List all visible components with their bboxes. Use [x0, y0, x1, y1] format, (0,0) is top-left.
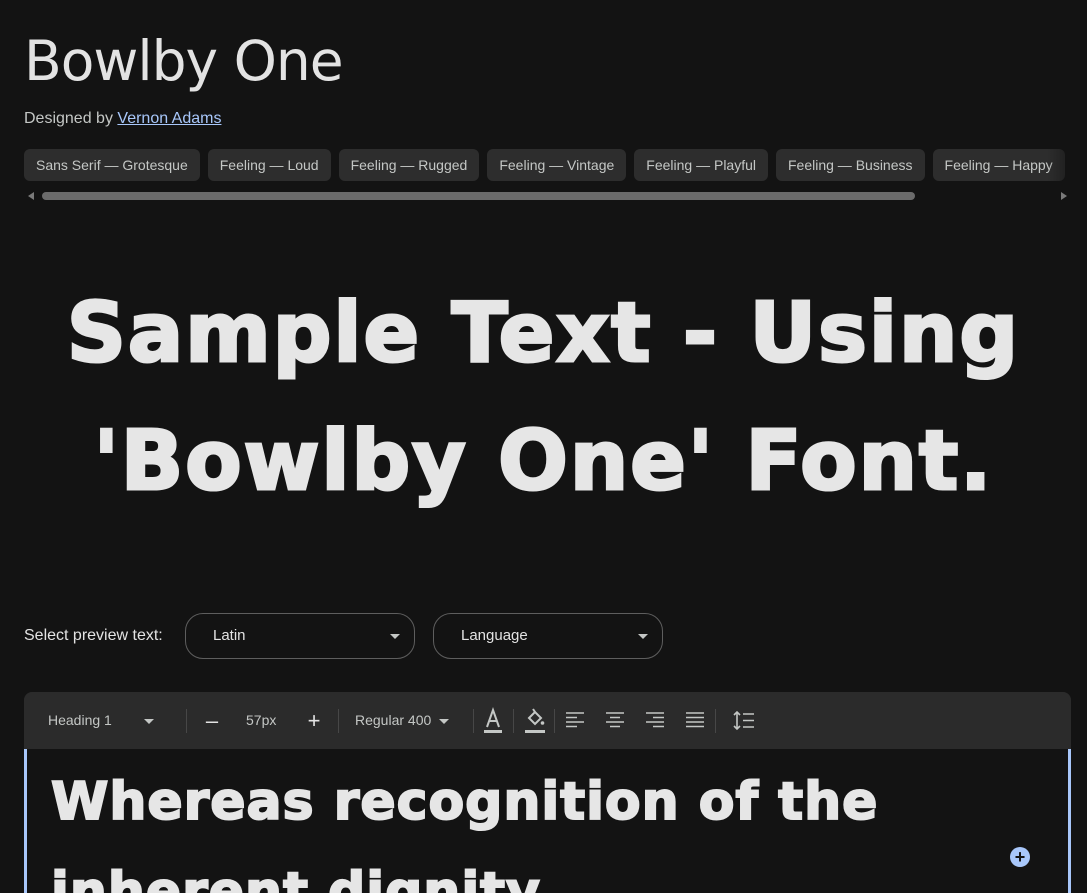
language-select-value: Language: [461, 627, 528, 644]
preview-text-label: Select preview text:: [24, 627, 163, 644]
align-right-button[interactable]: [645, 692, 665, 749]
toolbar-divider: [186, 709, 187, 733]
fill-color-icon: [525, 708, 545, 733]
tag-chip[interactable]: Feeling — Business: [776, 149, 925, 181]
chevron-down-icon: [638, 634, 648, 639]
tags-fade: [1047, 149, 1087, 181]
align-left-icon: [566, 712, 584, 728]
designer-line: Designed by Vernon Adams: [24, 110, 221, 128]
tag-chip[interactable]: Feeling — Playful: [634, 149, 768, 181]
line-height-button[interactable]: [733, 692, 755, 749]
tag-chip[interactable]: Sans Serif — Grotesque: [24, 149, 200, 181]
font-specimen-page: Bowlby One Designed by Vernon Adams Sans…: [0, 0, 1087, 893]
scrollbar-thumb[interactable]: [42, 192, 915, 200]
editor-text-area[interactable]: Whereas recognition of the inherent dign…: [24, 749, 1071, 893]
toolbar-divider: [473, 709, 474, 733]
chevron-down-icon: [439, 718, 450, 724]
text-color-button[interactable]: [483, 692, 503, 749]
style-dropdown[interactable]: Heading 1: [48, 692, 168, 749]
type-tester-editor: Heading 1 – 57px + Regular 400 Whereas r…: [24, 692, 1071, 893]
add-icon[interactable]: +: [1010, 847, 1030, 867]
decrease-size-button[interactable]: –: [202, 692, 222, 749]
font-title: Bowlby One: [24, 29, 344, 93]
toolbar-divider: [338, 709, 339, 733]
tag-chip[interactable]: Feeling — Loud: [207, 149, 331, 181]
font-size-value[interactable]: 57px: [246, 692, 286, 749]
weight-dropdown[interactable]: Regular 400: [355, 692, 465, 749]
designer-prefix: Designed by: [24, 110, 113, 127]
style-dropdown-value: Heading 1: [48, 712, 112, 728]
editor-text[interactable]: Whereas recognition of the inherent dign…: [50, 757, 911, 893]
scroll-left-icon[interactable]: [28, 192, 34, 200]
toolbar-divider: [513, 709, 514, 733]
toolbar-divider: [715, 709, 716, 733]
language-select[interactable]: Language: [433, 613, 663, 659]
designer-link[interactable]: Vernon Adams: [117, 110, 221, 127]
line-height-icon: [733, 710, 754, 731]
script-select[interactable]: Latin: [185, 613, 415, 659]
weight-dropdown-value: Regular 400: [355, 712, 432, 728]
chevron-down-icon: [143, 718, 154, 724]
align-justify-icon: [686, 712, 704, 728]
align-left-button[interactable]: [565, 692, 585, 749]
highlight-color-button[interactable]: [524, 692, 546, 749]
chevron-down-icon: [390, 634, 400, 639]
align-justify-button[interactable]: [685, 692, 705, 749]
tags-scrollbar[interactable]: [24, 190, 1071, 202]
sample-text-preview: Sample Text - Using 'Bowlby One' Font.: [65, 285, 1021, 511]
tag-chip[interactable]: Feeling — Vintage: [487, 149, 627, 181]
align-center-button[interactable]: [605, 692, 625, 749]
increase-size-button[interactable]: +: [304, 692, 324, 749]
tag-chip[interactable]: Feeling — Happy: [932, 149, 1065, 181]
align-center-icon: [606, 712, 624, 728]
script-select-value: Latin: [213, 627, 246, 644]
tag-chip[interactable]: Feeling — Rugged: [338, 149, 480, 181]
toolbar-divider: [554, 709, 555, 733]
align-right-icon: [646, 712, 664, 728]
tag-list: Sans Serif — Grotesque Feeling — Loud Fe…: [24, 149, 1087, 181]
scroll-right-icon[interactable]: [1061, 192, 1067, 200]
editor-toolbar: Heading 1 – 57px + Regular 400: [24, 692, 1071, 749]
text-color-icon: [484, 706, 502, 733]
